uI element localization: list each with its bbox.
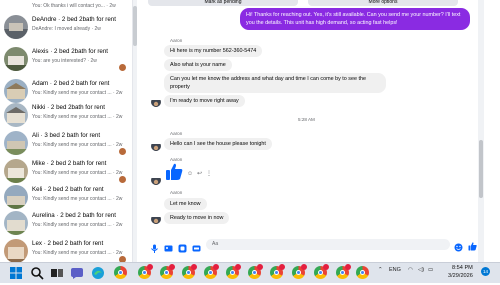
emoji-icon[interactable] (454, 239, 463, 252)
sender-name: Aaron (170, 190, 183, 195)
incoming-message: Can you let me know the address and what… (164, 73, 386, 93)
chevron-up-icon[interactable]: ⌃ (378, 267, 383, 273)
conversation-snippet: You: Kindly send me your contact ... · 2… (32, 250, 123, 256)
conversation-list-scrollbar[interactable] (133, 0, 137, 262)
conversation-list: You: Ok thanks i will contact yo... · 2w… (0, 0, 133, 262)
chat-scrollbar[interactable] (478, 0, 484, 262)
conversation-name: Mike · 2 bed 2 bath for rent (32, 160, 107, 167)
conversation-item-partial[interactable]: You: Ok thanks i will contact yo... · 2w (0, 0, 132, 12)
conversation-item[interactable]: Alexis · 2 bed 2bath for rent You: are y… (0, 44, 132, 76)
message-line: property (170, 84, 190, 90)
sticker-icon[interactable] (178, 240, 187, 253)
notification-badge-icon (279, 264, 285, 270)
listing-thumbnail (4, 159, 28, 183)
incoming-message: Ready to move in now (164, 212, 230, 224)
conversation-name: Aurelina · 2 bed 2 bath for rent (32, 212, 116, 219)
gif-icon[interactable] (192, 240, 201, 252)
scrollbar-thumb[interactable] (133, 6, 137, 46)
sender-name: Aaron (170, 157, 183, 162)
conversation-name: Alexis · 2 bed 2bath for rent (32, 48, 109, 55)
incoming-message: Hi here is my number 562-360-5474 (164, 45, 263, 57)
like-button-icon[interactable] (468, 238, 477, 251)
notification-badge-icon (213, 264, 219, 270)
thumbs-up-icon (165, 163, 183, 181)
sender-avatar (151, 97, 161, 107)
notification-badge-icon (323, 264, 329, 270)
conversation-snippet: You: Kindly send me your contact ... · 2… (32, 196, 123, 202)
listing-thumbnail (4, 47, 28, 71)
clock-date[interactable]: 3/29/2026 (448, 273, 473, 279)
timestamp: 5:28 AM (298, 117, 315, 122)
message-input[interactable]: Aa (206, 239, 450, 250)
incoming-message: Hello can I see the house please tonight (164, 138, 272, 150)
conversation-snippet: You: Kindly send me your contact ... · 2… (32, 114, 123, 120)
listing-thumbnail (4, 131, 28, 155)
chat-app-icon[interactable] (70, 266, 84, 280)
reply-icon[interactable]: ↩ (197, 170, 202, 177)
seen-avatar (119, 148, 126, 155)
incoming-message: I'm ready to move right away (164, 95, 245, 107)
clock-time[interactable]: 8:54 PM (452, 265, 473, 271)
microphone-icon[interactable] (150, 240, 159, 253)
chrome-icon[interactable] (356, 266, 369, 279)
notification-badge-icon (235, 264, 241, 270)
more-options-button[interactable]: More options (308, 0, 458, 6)
conversation-name: DeAndre · 2 bed 2bath for rent (32, 16, 116, 23)
conversation-name: Ali · 3 bed 2 bath for rent (32, 132, 101, 139)
notification-count-badge[interactable]: 14 (481, 267, 490, 276)
sender-avatar (151, 214, 161, 224)
notification-badge-icon (191, 264, 197, 270)
conversation-snippet: DeAndre: I moved already · 2w (32, 26, 101, 32)
seen-avatar (119, 64, 126, 71)
windows-start-icon[interactable] (9, 266, 23, 280)
message-composer: Aa (138, 236, 478, 254)
notification-badge-icon (301, 264, 307, 270)
sender-avatar (151, 141, 161, 151)
conversation-snippet: You: Kindly send me your contact ... · 2… (32, 90, 123, 96)
chat-thread: Mark as pending More options Hi! Thanks … (138, 0, 478, 262)
sender-avatar (151, 175, 161, 185)
mark-as-pending-button[interactable]: Mark as pending (148, 0, 298, 6)
scrollbar-thumb[interactable] (479, 140, 483, 198)
windows-taskbar: ⌃ ENG ◠ ◁) ▭ 8:54 PM 3/29/2026 14 (0, 262, 500, 283)
conversation-item[interactable]: DeAndre · 2 bed 2bath for rent DeAndre: … (0, 12, 132, 44)
more-icon[interactable]: ⋮ (206, 170, 212, 177)
notification-badge-icon (345, 264, 351, 270)
conversation-name: Keli · 2 bed 2 bath for rent (32, 186, 104, 193)
conversation-name: Lex · 2 bed 2 bath for rent (32, 240, 104, 247)
listing-thumbnail (4, 211, 28, 235)
outgoing-message: Hi! Thanks for reaching out. Yes, it's s… (240, 8, 470, 30)
incoming-message: Let me know (164, 198, 207, 210)
incoming-message: Also what is your name (164, 59, 232, 71)
speaker-icon[interactable]: ◁) (418, 267, 424, 273)
conversation-snippet: You: are you interested? · 2w (32, 58, 97, 64)
listing-thumbnail (4, 185, 28, 209)
message-line: Can you let me know the address and what… (170, 76, 366, 82)
conversation-item[interactable]: Lex · 2 bed 2 bath for rent You: Kindly … (0, 236, 132, 262)
sender-name: Aaron (170, 38, 183, 43)
conversation-snippet: You: Kindly send me your contact ... · 2… (32, 142, 123, 148)
language-indicator[interactable]: ENG (389, 267, 401, 273)
search-icon[interactable] (30, 266, 44, 280)
listing-thumbnail (4, 15, 28, 39)
chrome-icon[interactable] (114, 266, 127, 279)
react-icon[interactable]: ☺ (187, 171, 193, 177)
conversation-snippet: You: Ok thanks i will contact yo... · 2w (32, 3, 116, 9)
edge-browser-icon[interactable] (91, 266, 105, 280)
conversation-snippet: You: Kindly send me your contact ... · 2… (32, 222, 123, 228)
photo-icon[interactable] (164, 240, 173, 252)
wifi-icon[interactable]: ◠ (408, 267, 413, 273)
listing-thumbnail (4, 103, 28, 127)
listing-thumbnail (4, 239, 28, 262)
task-view-icon[interactable] (50, 266, 64, 280)
notification-badge-icon (147, 264, 153, 270)
battery-icon[interactable]: ▭ (428, 267, 433, 273)
notification-badge-icon (257, 264, 263, 270)
sender-name: Aaron (170, 131, 183, 136)
notification-badge-icon (169, 264, 175, 270)
conversation-snippet: You: Kindly send me your contact ... · 2… (32, 170, 123, 176)
conversation-name: Nikki · 2 bed 2bath for rent (32, 104, 105, 111)
conversation-name: Adam · 2 bed 2 bath for rent (32, 80, 110, 87)
